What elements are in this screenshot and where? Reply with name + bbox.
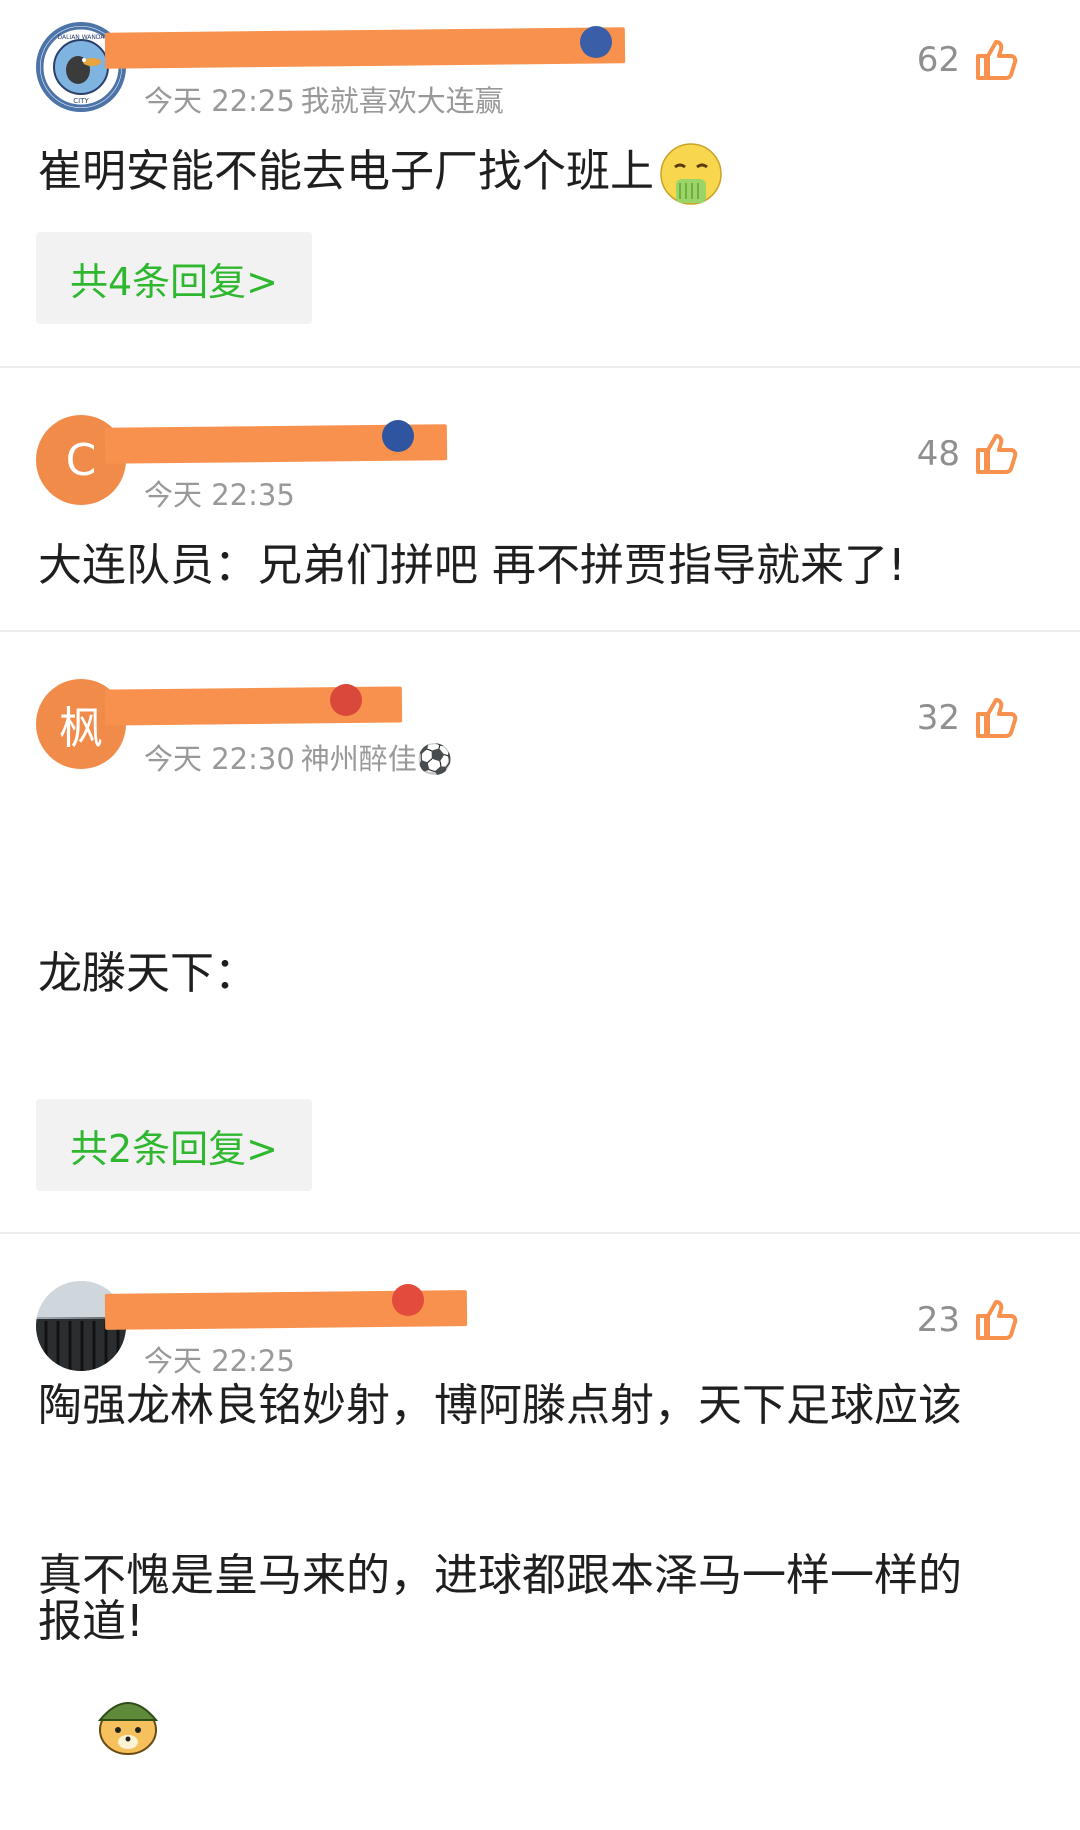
comment-4: 今天 22:25 23 真不愧是皇马来的，进球都跟本泽马一样一样的 (0, 1234, 1080, 1755)
comment-meta: 今天 22:25 我就喜欢大连赢 (144, 78, 504, 120)
like-count: 23 (916, 1300, 960, 1340)
comment-text: 崔明安能不能去电子厂找个班上 (38, 136, 1048, 208)
comment-meta: 今天 22:35 (144, 472, 295, 514)
team-badge-icon (330, 684, 362, 716)
thumbs-up-icon (976, 698, 1018, 738)
team-badge-icon (392, 1284, 424, 1316)
comment-3: 枫 今天 22:30 神州醉佳⚽ 32 龙滕天下： 陶强龙林良铭妙射，博阿滕点射，… (0, 632, 1080, 1647)
like-button[interactable]: 48 (917, 430, 1020, 478)
comment-meta: 今天 22:25 (144, 1338, 295, 1380)
like-count: 48 (916, 434, 960, 474)
view-replies-button[interactable]: 共2条回复> (36, 1099, 312, 1191)
text-line: 真不愧是皇马来的，进球都跟本泽马一样一样的 (38, 1550, 962, 1601)
svg-text:CITY: CITY (73, 97, 89, 105)
team-badge-icon (580, 26, 612, 58)
thumbs-up-icon (976, 40, 1018, 80)
timestamp: 今天 22:25 (144, 84, 295, 118)
comment-1: DALIAN WANDA CITY 今天 22:25 我就喜欢大连赢 62 崔明安… (0, 0, 1080, 366)
text-line: 龙滕天下： (38, 948, 258, 999)
like-button[interactable]: 62 (917, 36, 1020, 84)
svg-text:DALIAN WANDA: DALIAN WANDA (57, 34, 105, 41)
comment-text: 大连队员：兄弟们拼吧 再不拼贾指导就来了! (38, 540, 906, 591)
like-count: 62 (916, 40, 960, 80)
comment-meta: 今天 22:30 神州醉佳⚽ (144, 736, 453, 778)
view-replies-button[interactable]: 共4条回复> (36, 232, 312, 324)
team-badge-icon (382, 420, 414, 452)
comment-text: 真不愧是皇马来的，进球都跟本泽马一样一样的 (38, 1396, 1048, 1830)
thumbs-up-icon (976, 1300, 1018, 1340)
timestamp: 今天 22:25 (144, 1344, 295, 1378)
redacted-username (104, 27, 626, 69)
user-signature: 神州醉佳⚽ (300, 742, 453, 776)
like-count: 32 (916, 698, 960, 738)
like-button[interactable]: 32 (917, 694, 1020, 742)
doge-helmet-icon (97, 1702, 159, 1755)
nauseated-face-icon (660, 143, 722, 205)
user-signature: 我就喜欢大连赢 (300, 84, 504, 118)
comment-2: C 今天 22:35 48 大连队员：兄弟们拼吧 再不拼贾指导就来了! (0, 368, 1080, 630)
timestamp: 今天 22:30 (144, 742, 295, 776)
like-button[interactable]: 23 (917, 1296, 1020, 1344)
thumbs-up-icon (976, 434, 1018, 474)
timestamp: 今天 22:35 (144, 478, 295, 512)
